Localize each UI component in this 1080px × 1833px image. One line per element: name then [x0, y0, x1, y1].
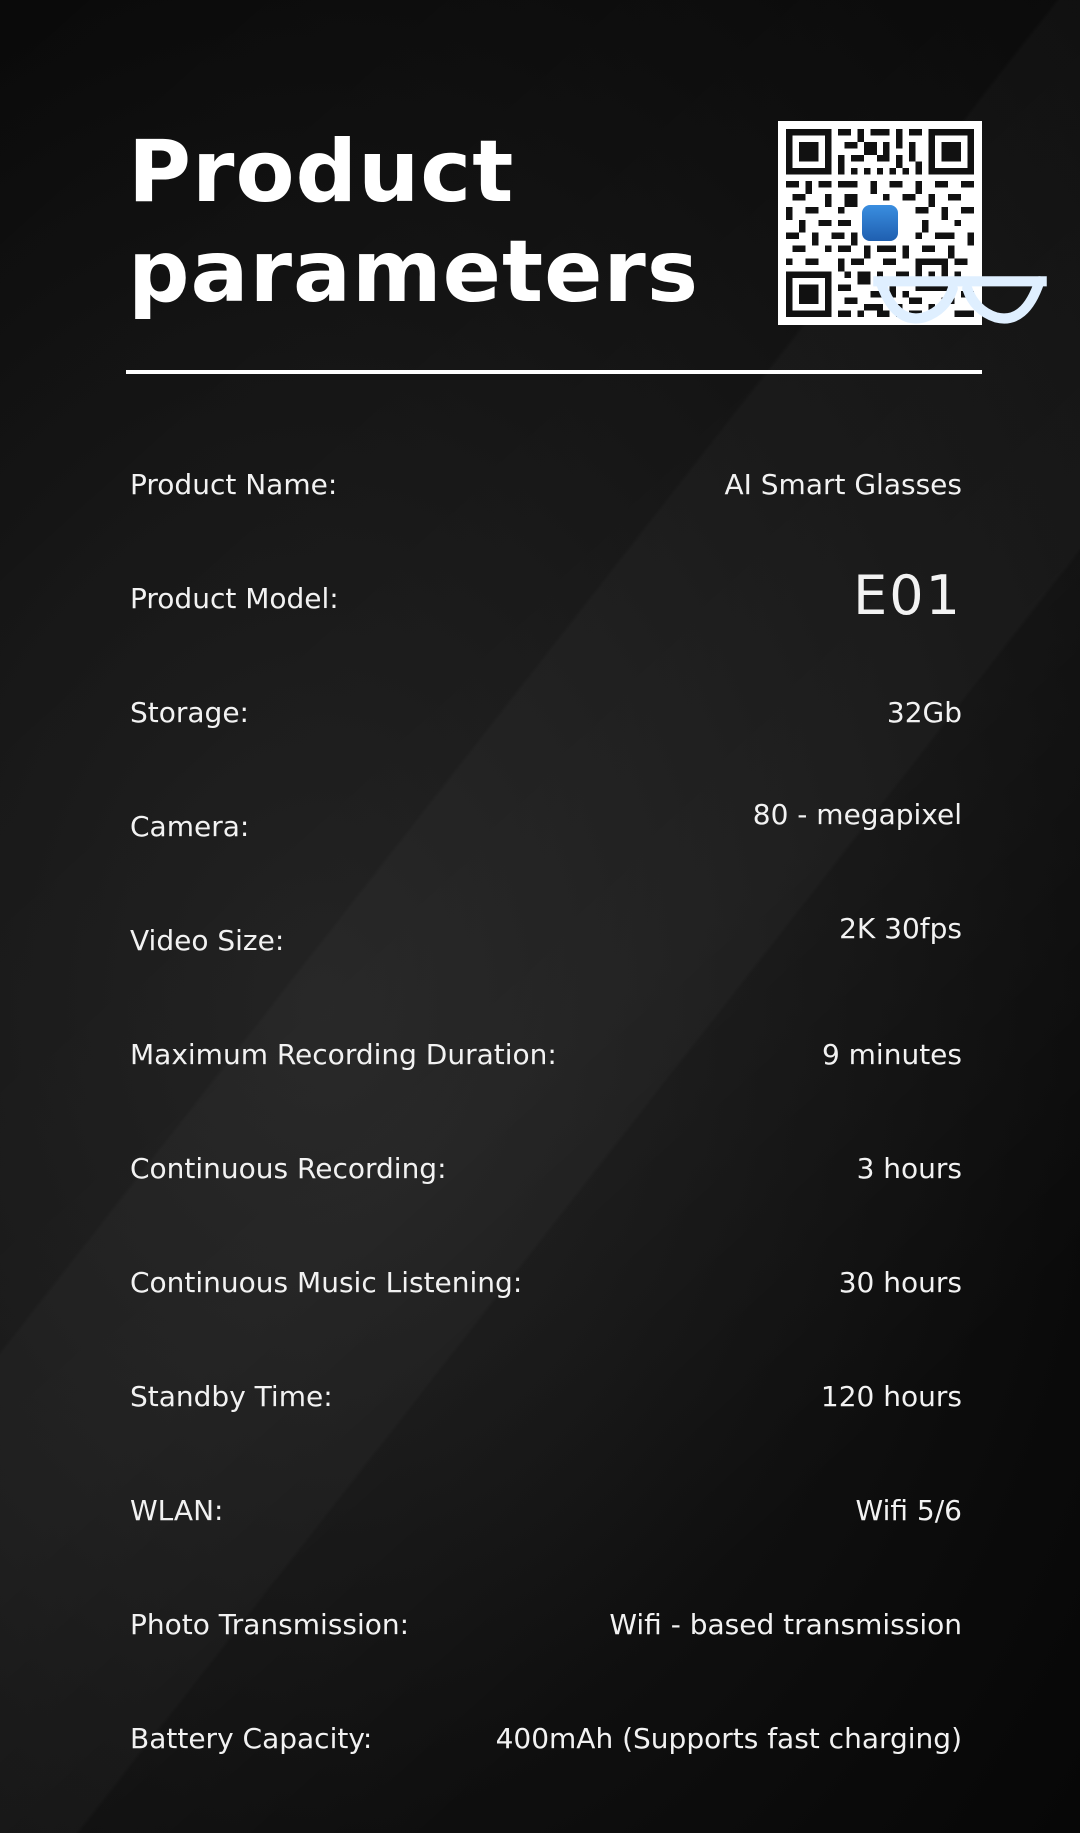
spec-value: 30 hours — [838, 1266, 962, 1299]
spec-label: Maximum Recording Duration: — [130, 1038, 557, 1071]
title-line-2: parameters — [128, 222, 700, 322]
spec-row-camera: Camera: 80 - megapixel — [130, 796, 962, 910]
spec-label: Video Size: — [130, 924, 285, 957]
spec-list: Product Name: AI Smart Glasses Product M… — [130, 454, 962, 1822]
spec-value: Wifi - based transmission — [609, 1608, 962, 1641]
spec-value: 400mAh (Supports fast charging) — [495, 1722, 962, 1755]
spec-row-wlan: WLAN: Wifi 5/6 — [130, 1480, 962, 1594]
spec-value: 120 hours — [820, 1380, 962, 1413]
spec-label: WLAN: — [130, 1494, 224, 1527]
spec-value: E01 — [853, 564, 962, 627]
spec-label: Product Model: — [130, 582, 339, 615]
spec-value: Wifi 5/6 — [855, 1494, 962, 1527]
spec-row-battery-capacity: Battery Capacity: 400mAh (Supports fast … — [130, 1708, 962, 1822]
spec-value: AI Smart Glasses — [724, 468, 962, 501]
spec-value: 2K 30fps — [839, 912, 962, 945]
spec-row-max-recording-duration: Maximum Recording Duration: 9 minutes — [130, 1024, 962, 1138]
glasses-app-icon — [862, 205, 1047, 324]
spec-label: Battery Capacity: — [130, 1722, 373, 1755]
product-parameters-page: Product parameters Product Name: AI Smar… — [0, 0, 1080, 1833]
spec-label: Product Name: — [130, 468, 338, 501]
spec-row-photo-transmission: Photo Transmission: Wifi - based transmi… — [130, 1594, 962, 1708]
title-divider — [126, 370, 982, 374]
spec-row-continuous-music-listening: Continuous Music Listening: 30 hours — [130, 1252, 962, 1366]
spec-value: 80 - megapixel — [752, 798, 962, 831]
spec-value: 32Gb — [886, 696, 962, 729]
qr-logo — [858, 201, 1047, 324]
spec-label: Camera: — [130, 810, 250, 843]
spec-row-product-model: Product Model: E01 — [130, 564, 962, 682]
spec-row-video-size: Video Size: 2K 30fps — [130, 910, 962, 1024]
spec-value: 3 hours — [856, 1152, 962, 1185]
spec-row-standby-time: Standby Time: 120 hours — [130, 1366, 962, 1480]
title-line-1: Product — [128, 122, 515, 222]
spec-label: Continuous Recording: — [130, 1152, 447, 1185]
spec-value: 9 minutes — [821, 1038, 962, 1071]
spec-label: Standby Time: — [130, 1380, 333, 1413]
spec-row-continuous-recording: Continuous Recording: 3 hours — [130, 1138, 962, 1252]
qr-code — [778, 121, 1047, 325]
spec-label: Photo Transmission: — [130, 1608, 410, 1641]
page-title: Product parameters — [128, 122, 699, 322]
spec-row-storage: Storage: 32Gb — [130, 682, 962, 796]
spec-label: Continuous Music Listening: — [130, 1266, 523, 1299]
spec-row-product-name: Product Name: AI Smart Glasses — [130, 454, 962, 568]
spec-label: Storage: — [130, 696, 249, 729]
